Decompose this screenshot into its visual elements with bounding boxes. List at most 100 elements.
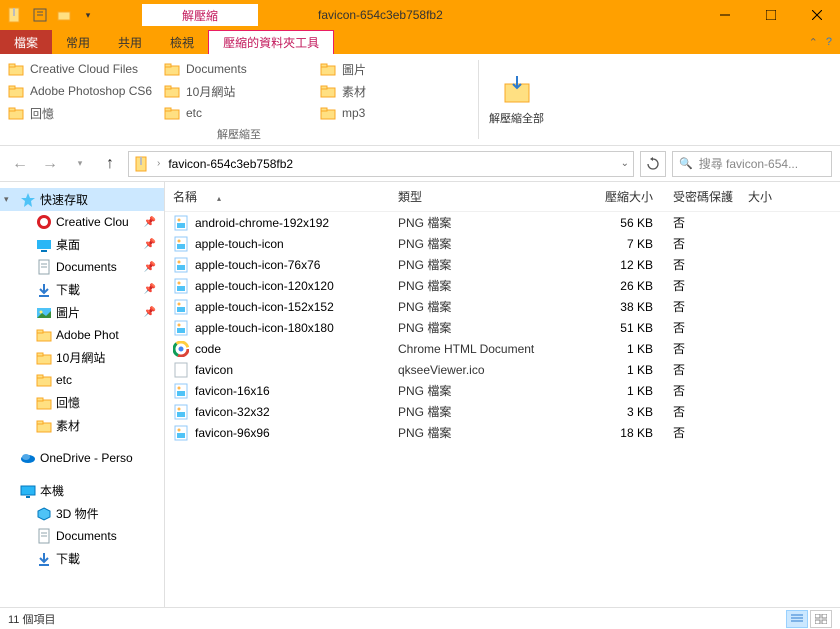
folder-icon [36, 327, 52, 343]
address-bar[interactable]: › favicon-654c3eb758fb2 ⌄ [128, 151, 634, 177]
col-compressed[interactable]: 壓縮大小 [573, 188, 673, 205]
ribbon-dest-item[interactable]: 回憶 [8, 102, 158, 124]
ribbon-dest-label: 圖片 [342, 61, 366, 78]
col-password[interactable]: 受密碼保護 [673, 188, 748, 205]
address-dropdown-icon[interactable]: ⌄ [621, 158, 629, 169]
breadcrumb-chevron-icon[interactable]: › [157, 158, 160, 169]
file-type: PNG 檔案 [398, 319, 573, 336]
tree-item[interactable]: 素材 [0, 414, 164, 437]
minimize-button[interactable] [702, 0, 748, 30]
qat-dropdown-icon[interactable]: ▾ [80, 7, 96, 23]
tree-item[interactable]: 下載📌 [0, 278, 164, 301]
tree-item[interactable]: 回憶 [0, 391, 164, 414]
tab-home[interactable]: 常用 [52, 30, 104, 54]
file-row[interactable]: apple-touch-iconPNG 檔案7 KB否 [165, 233, 840, 254]
search-input[interactable]: 🔍 搜尋 favicon-654... [672, 151, 832, 177]
folder-icon [36, 350, 52, 366]
tab-view[interactable]: 檢視 [156, 30, 208, 54]
ribbon-dest-label: mp3 [342, 106, 365, 120]
status-bar: 11 個項目 [0, 607, 840, 629]
forward-button[interactable]: → [38, 152, 62, 176]
tree-item[interactable]: 3D 物件 [0, 502, 164, 525]
col-size[interactable]: 大小 [748, 188, 798, 205]
file-list-pane: 名稱▴ 類型 壓縮大小 受密碼保護 大小 android-chrome-192x… [165, 182, 840, 607]
file-type: PNG 檔案 [398, 298, 573, 315]
file-type: PNG 檔案 [398, 403, 573, 420]
file-password: 否 [673, 235, 748, 252]
file-type: PNG 檔案 [398, 256, 573, 273]
ribbon-dest-item[interactable]: Documents [164, 58, 314, 80]
ribbon-dest-item[interactable]: 10月網站 [164, 80, 314, 102]
tree-item[interactable]: Documents📌 [0, 256, 164, 278]
recent-dropdown-icon[interactable]: ▾ [68, 152, 92, 176]
tree-item[interactable]: 下載 [0, 547, 164, 570]
tree-label: 下載 [56, 281, 80, 298]
tree-item[interactable]: 10月網站 [0, 346, 164, 369]
column-headers[interactable]: 名稱▴ 類型 壓縮大小 受密碼保護 大小 [165, 182, 840, 212]
search-placeholder: 搜尋 favicon-654... [699, 155, 798, 172]
folder-icon [320, 83, 336, 99]
ribbon-dest-item[interactable]: Creative Cloud Files [8, 58, 158, 80]
png-file-icon [173, 299, 189, 315]
file-type: PNG 檔案 [398, 382, 573, 399]
tree-item[interactable]: OneDrive - Perso [0, 447, 164, 469]
doc-icon [36, 528, 52, 544]
file-type: PNG 檔案 [398, 277, 573, 294]
ribbon-dest-item[interactable]: 圖片 [320, 58, 470, 80]
details-view-button[interactable] [786, 610, 808, 628]
file-row[interactable]: faviconqkseeViewer.ico1 KB否 [165, 359, 840, 380]
png-file-icon [173, 425, 189, 441]
file-row[interactable]: apple-touch-icon-180x180PNG 檔案51 KB否 [165, 317, 840, 338]
tree-item[interactable]: Adobe Phot [0, 324, 164, 346]
file-name: favicon-32x32 [195, 405, 270, 419]
png-file-icon [173, 257, 189, 273]
tree-item[interactable]: 桌面📌 [0, 233, 164, 256]
file-row[interactable]: apple-touch-icon-152x152PNG 檔案38 KB否 [165, 296, 840, 317]
ribbon-collapse-icon[interactable]: ⌃ [809, 36, 818, 49]
file-row[interactable]: android-chrome-192x192PNG 檔案56 KB否 [165, 212, 840, 233]
file-row[interactable]: favicon-16x16PNG 檔案1 KB否 [165, 380, 840, 401]
tree-item[interactable]: ▾快速存取 [0, 188, 164, 211]
breadcrumb-path[interactable]: favicon-654c3eb758fb2 [168, 157, 293, 171]
folder-icon [8, 61, 24, 77]
tree-item[interactable]: 本機 [0, 479, 164, 502]
maximize-button[interactable] [748, 0, 794, 30]
up-button[interactable]: ↑ [98, 152, 122, 176]
tree-item[interactable]: 圖片📌 [0, 301, 164, 324]
file-row[interactable]: apple-touch-icon-76x76PNG 檔案12 KB否 [165, 254, 840, 275]
thumbnails-view-button[interactable] [810, 610, 832, 628]
navigation-pane[interactable]: ▾快速存取Creative Clou📌桌面📌Documents📌下載📌圖片📌Ad… [0, 182, 165, 607]
tab-extract[interactable]: 壓縮的資料夾工具 [208, 30, 334, 54]
file-name: favicon-96x96 [195, 426, 270, 440]
file-name: apple-touch-icon-120x120 [195, 279, 334, 293]
tab-share[interactable]: 共用 [104, 30, 156, 54]
refresh-button[interactable] [640, 151, 666, 177]
help-icon[interactable]: ? [826, 36, 832, 48]
ribbon-dest-item[interactable]: mp3 [320, 102, 470, 124]
file-name: favicon [195, 363, 233, 377]
tab-file[interactable]: 檔案 [0, 30, 52, 54]
star-icon [20, 192, 36, 208]
file-row[interactable]: codeChrome HTML Document1 KB否 [165, 338, 840, 359]
file-row[interactable]: favicon-32x32PNG 檔案3 KB否 [165, 401, 840, 422]
qat-newfolder-icon[interactable] [56, 7, 72, 23]
file-type: PNG 檔案 [398, 424, 573, 441]
extract-all-button[interactable]: 解壓縮全部 [479, 54, 554, 145]
col-name[interactable]: 名稱 [173, 190, 197, 204]
file-name: code [195, 342, 221, 356]
qat-properties-icon[interactable] [32, 7, 48, 23]
col-type[interactable]: 類型 [398, 188, 573, 205]
close-button[interactable] [794, 0, 840, 30]
ribbon-dest-item[interactable]: etc [164, 102, 314, 124]
tree-item[interactable]: Documents [0, 525, 164, 547]
png-file-icon [173, 278, 189, 294]
back-button[interactable]: ← [8, 152, 32, 176]
expand-icon[interactable]: ▾ [4, 194, 16, 205]
tree-item[interactable]: etc [0, 369, 164, 391]
file-row[interactable]: favicon-96x96PNG 檔案18 KB否 [165, 422, 840, 443]
ribbon-dest-item[interactable]: Adobe Photoshop CS6 [8, 80, 158, 102]
file-row[interactable]: apple-touch-icon-120x120PNG 檔案26 KB否 [165, 275, 840, 296]
chrome-file-icon [173, 341, 189, 357]
ribbon-dest-item[interactable]: 素材 [320, 80, 470, 102]
tree-item[interactable]: Creative Clou📌 [0, 211, 164, 233]
